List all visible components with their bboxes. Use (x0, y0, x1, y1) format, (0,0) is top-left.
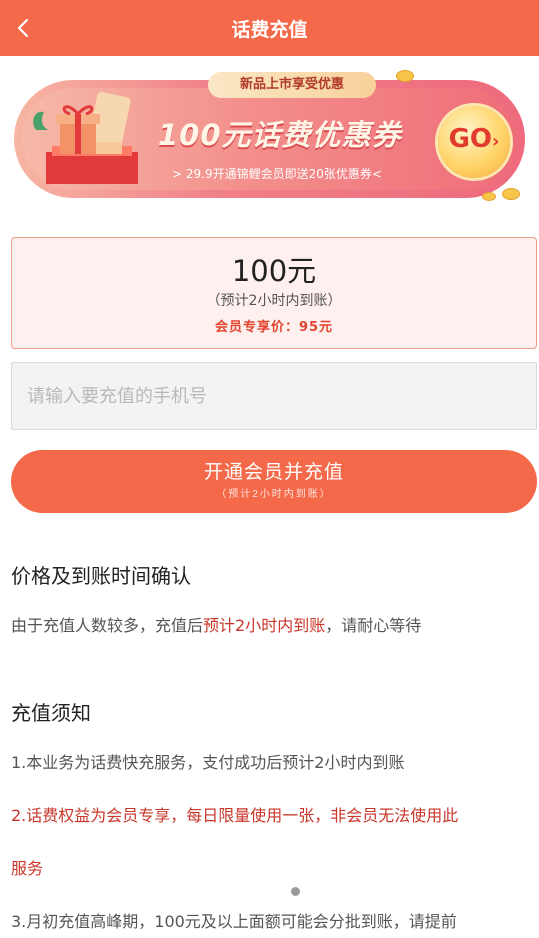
amount-arrival-note: （预计2小时内到账） (206, 293, 342, 309)
price-section-title: 价格及到账时间确认 (11, 564, 191, 588)
banner-subtitle: > 29.9开通锦鲤会员即送20张优惠券< (172, 167, 382, 181)
notes-section-title: 充值须知 (11, 701, 91, 725)
banner-title: 100元话费优惠券 (158, 118, 402, 152)
notes-item-1: 1.本业务为话费快充服务，支付成功后预计2小时内到账 (11, 753, 405, 772)
notes-item-2: 2.话费权益为会员专享，每日限量使用一张，非会员无法使用此 (11, 806, 459, 825)
scroll-indicator (291, 887, 300, 896)
page-title: 话费充值 (231, 19, 308, 41)
gift-box-icon (33, 92, 138, 184)
submit-button-label: 开通会员并充值 (203, 462, 344, 483)
promo-tag: 新品上市享受优惠 (208, 72, 376, 98)
coin-icon (396, 70, 414, 82)
price-section-text: 由于充值人数较多，充值后预计2小时内到账，请耐心等待 (11, 616, 422, 635)
notes-item-3: 3.月初充值高峰期，100元及以上面额可能会分批到账，请提前 (11, 912, 457, 931)
phone-number-input[interactable] (11, 362, 537, 430)
notes-item-2-continued: 服务 (11, 859, 44, 878)
amount-value: 100元 (231, 254, 317, 288)
submit-button-note: （预计2小时内到账） (216, 489, 332, 500)
coin-icon (502, 188, 520, 200)
go-button-label: GO› (448, 124, 500, 154)
promo-banner[interactable]: 新品上市享受优惠 100元话费优惠券 > 29.9开通锦鲤会员即送20张优惠券<… (12, 68, 527, 206)
open-membership-recharge-button[interactable]: 开通会员并充值 （预计2小时内到账） (11, 450, 537, 513)
coin-icon (482, 192, 496, 201)
member-price: 会员专享价：95元 (214, 320, 334, 335)
app-header: 话费充值 (0, 0, 539, 56)
go-button[interactable]: GO› (438, 106, 510, 178)
recharge-amount-card[interactable]: 100元 （预计2小时内到账） 会员专享价：95元 (11, 237, 537, 349)
